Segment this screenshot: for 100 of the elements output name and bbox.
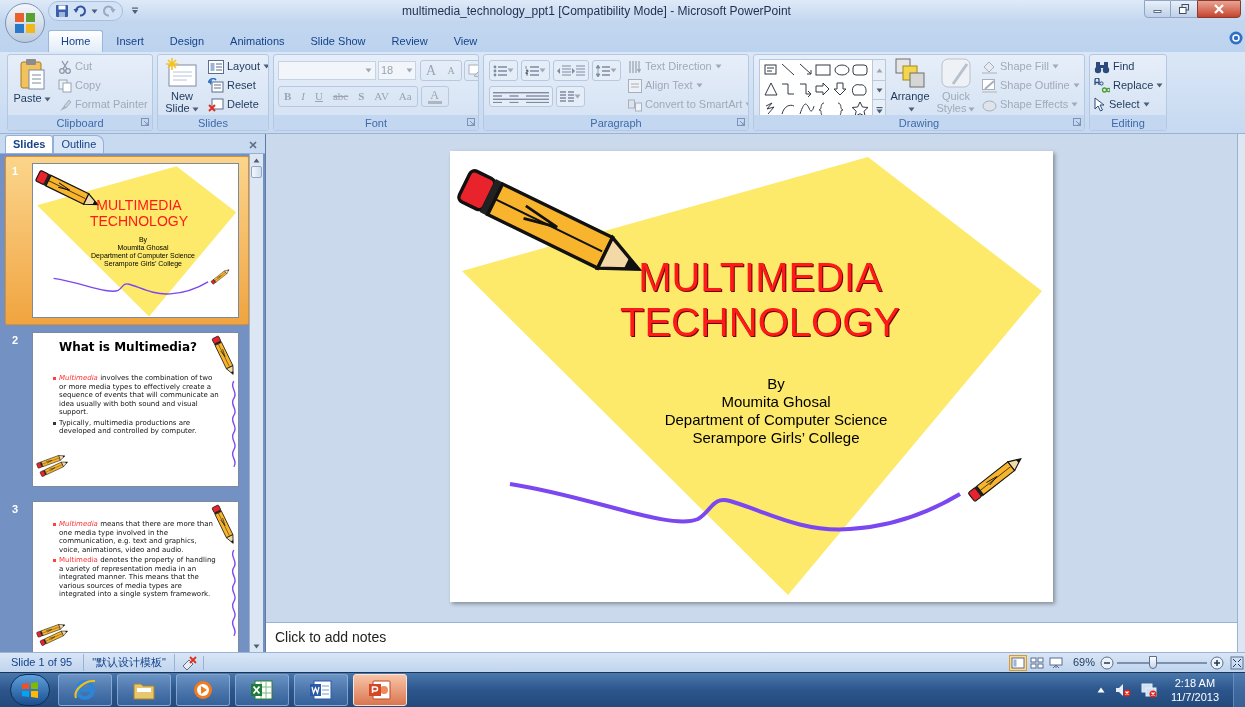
gallery-down-button[interactable] xyxy=(873,80,885,100)
large-button[interactable]: New Slide xyxy=(160,55,204,115)
taskbar-button[interactable] xyxy=(235,674,289,706)
taskbar-button[interactable] xyxy=(294,674,348,706)
ribbon-button[interactable]: Select xyxy=(1092,95,1166,114)
ribbon-tab[interactable]: View xyxy=(440,30,491,52)
new-slide-icon xyxy=(166,58,198,88)
customize-caret-icon[interactable] xyxy=(131,7,139,15)
numbering-icon xyxy=(525,64,539,77)
up-arrow-icon xyxy=(253,157,260,163)
ribbon-tab[interactable]: Home xyxy=(48,30,104,52)
ribbon-tab[interactable]: Design xyxy=(156,30,218,52)
ribbon-tab[interactable]: Insert xyxy=(103,30,157,52)
scrollbar-thumb[interactable] xyxy=(251,166,262,178)
lines-icon xyxy=(507,90,521,103)
fit-window-icon[interactable] xyxy=(1230,655,1244,670)
close-icon[interactable] xyxy=(249,141,257,149)
group-label: Paragraph xyxy=(590,115,642,130)
font-name-field[interactable] xyxy=(278,61,376,80)
ribbon-tab[interactable]: Slide Show xyxy=(297,30,379,52)
bullets-icon xyxy=(493,64,507,77)
bullet-icon xyxy=(53,523,56,526)
show-hidden-icons-icon[interactable] xyxy=(1096,687,1105,693)
close-button[interactable] xyxy=(1197,0,1241,18)
zoom-slider-thumb[interactable] xyxy=(1149,655,1157,669)
notes-field[interactable]: Click to add notes xyxy=(266,622,1237,652)
columns-icon xyxy=(560,90,574,103)
undo-icon[interactable] xyxy=(73,4,87,18)
group-label: Clipboard xyxy=(56,115,104,130)
close-icon xyxy=(1214,4,1224,14)
office-logo-icon xyxy=(14,12,36,34)
slide-title: MULTIMEDIA xyxy=(638,255,882,300)
network-icon[interactable] xyxy=(1140,682,1157,698)
theme-name-label: "默认设计模板" xyxy=(84,654,175,671)
pencil-icon xyxy=(982,78,997,93)
minimize-button[interactable] xyxy=(1144,0,1171,18)
spelling-check-icon[interactable] xyxy=(180,655,197,670)
speaker-muted-icon[interactable] xyxy=(1114,682,1131,698)
restore-button[interactable] xyxy=(1171,0,1197,18)
show-desktop-button[interactable] xyxy=(1233,672,1245,707)
scrollbar[interactable] xyxy=(249,154,263,652)
panel-tab[interactable]: Slides xyxy=(5,135,54,153)
clock-time: 2:18 AM xyxy=(1174,676,1216,690)
reset-icon xyxy=(208,78,224,93)
gallery-more-button[interactable] xyxy=(873,100,885,115)
taskbar-button[interactable] xyxy=(117,674,171,706)
smartart-icon xyxy=(628,97,642,112)
group-label: Font xyxy=(365,115,387,130)
zoom-in-icon[interactable] xyxy=(1210,655,1224,670)
slide-title: TECHNOLOGY xyxy=(90,213,188,229)
lines-icon xyxy=(521,90,535,103)
clock[interactable]: 2:18 AM 11/7/2013 xyxy=(1166,676,1223,704)
view-button[interactable] xyxy=(1008,654,1027,671)
scissors-icon xyxy=(58,59,72,74)
slide-number: 3 xyxy=(12,502,20,517)
slide[interactable]: MULTIMEDIA TECHNOLOGY By Moumita Ghosal Department of Computer Science Serampore Girls’ College xyxy=(450,151,1053,602)
zoom-out-icon[interactable] xyxy=(1100,655,1114,670)
binoculars-icon xyxy=(1094,59,1110,74)
text-direction-icon xyxy=(628,59,642,74)
slide-title: TECHNOLOGY xyxy=(619,300,900,345)
replace-icon xyxy=(1094,78,1110,93)
panel-tab[interactable]: Outline xyxy=(53,135,105,153)
windows-logo-icon xyxy=(21,681,39,699)
more-icon xyxy=(875,106,883,114)
cursor-icon xyxy=(1094,97,1106,112)
office-button[interactable] xyxy=(5,3,45,43)
view-button[interactable] xyxy=(1046,654,1065,671)
ribbon-button[interactable]: Find xyxy=(1092,57,1166,76)
ribbon-tab[interactable]: Review xyxy=(378,30,441,52)
start-button[interactable] xyxy=(10,674,50,706)
line-spacing-icon xyxy=(596,64,610,77)
large-button[interactable]: Paste xyxy=(10,55,54,115)
slide-text: Serampore Girls’ College xyxy=(692,429,860,447)
bullet-icon xyxy=(53,559,56,562)
save-icon[interactable] xyxy=(55,4,69,18)
pencil-drawing xyxy=(39,630,68,647)
pencil-drawing xyxy=(211,335,234,375)
line-spacing-button[interactable] xyxy=(592,60,621,81)
ribbon-button[interactable]: Reset xyxy=(206,76,268,95)
ribbon-tab[interactable]: Animations xyxy=(217,30,298,52)
group-label: Drawing xyxy=(898,115,940,130)
help-icon[interactable] xyxy=(1229,31,1243,45)
pencil-drawing xyxy=(36,624,66,638)
pencil-drawing xyxy=(211,504,234,544)
taskbar-button[interactable] xyxy=(176,674,230,706)
delete-icon xyxy=(208,97,224,112)
taskbar-button[interactable] xyxy=(353,674,407,706)
paint-bucket-icon xyxy=(982,59,997,74)
align-buttons[interactable] xyxy=(489,86,553,107)
ribbon-button[interactable]: Replace xyxy=(1092,76,1166,95)
slide-sorter-icon xyxy=(1029,656,1044,669)
scrollbar[interactable] xyxy=(1237,134,1245,652)
taskbar-button[interactable] xyxy=(58,674,112,706)
presentation-icon xyxy=(368,678,392,702)
ribbon-button[interactable]: Delete xyxy=(206,95,268,114)
ribbon-button[interactable]: Layout xyxy=(206,57,268,76)
view-button[interactable] xyxy=(1027,654,1046,671)
large-button[interactable]: Arrange xyxy=(888,55,932,115)
lines-icon xyxy=(535,90,549,103)
spreadsheet-icon xyxy=(250,678,274,702)
